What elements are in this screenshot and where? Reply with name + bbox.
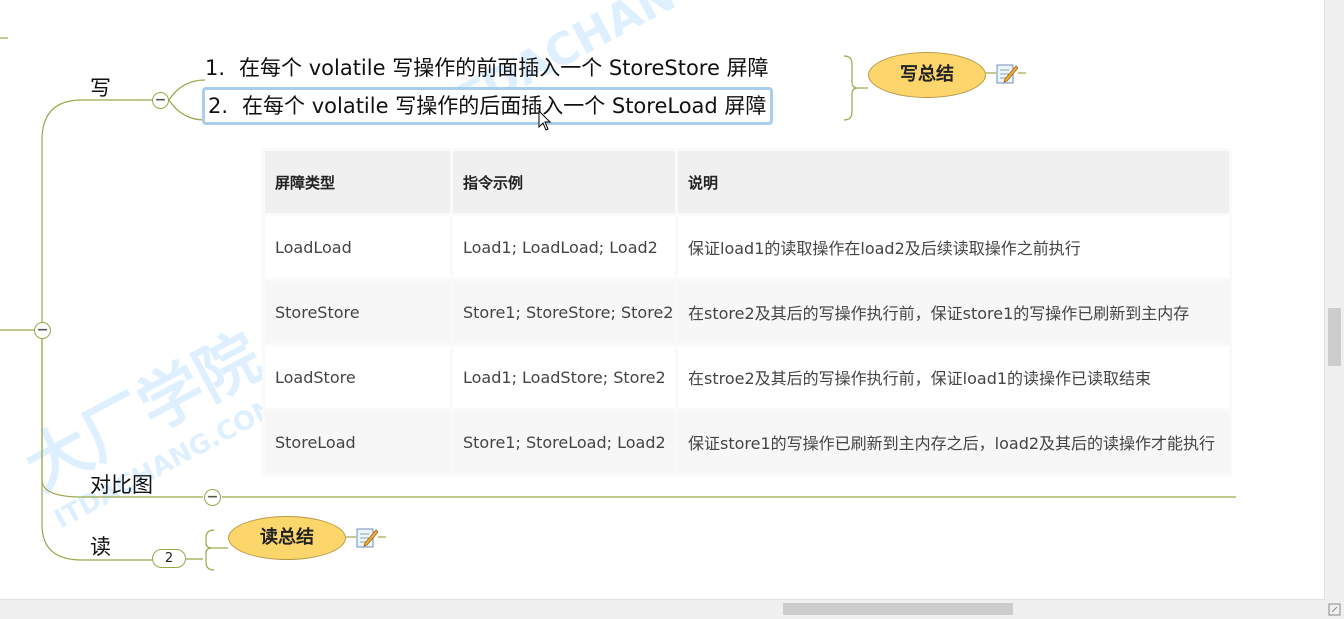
root-collapse-button[interactable]: − bbox=[34, 322, 51, 339]
table-header-row: 屏障类型 指令示例 说明 bbox=[265, 151, 1229, 213]
compare-collapse-button[interactable]: − bbox=[204, 489, 221, 506]
table-row: LoadLoad Load1; LoadLoad; Load2 保证load1的… bbox=[265, 216, 1229, 278]
write-topic-2[interactable]: 2. 在每个 volatile 写操作的后面插入一个 StoreLoad 屏障 bbox=[202, 87, 774, 125]
topic-text: 在每个 volatile 写操作的前面插入一个 StoreStore 屏障 bbox=[239, 56, 769, 80]
table-cell: LoadLoad bbox=[265, 216, 450, 278]
read-summary[interactable]: 读总结 bbox=[228, 516, 346, 560]
table-row: LoadStore Load1; LoadStore; Store2 在stro… bbox=[265, 346, 1229, 408]
table-header: 指令示例 bbox=[453, 151, 675, 213]
read-expand-count[interactable]: 2 bbox=[152, 549, 186, 568]
vertical-scroll-thumb[interactable] bbox=[1328, 308, 1341, 366]
resize-corner-icon[interactable] bbox=[1325, 600, 1344, 619]
table-cell: 保证store1的写操作已刷新到主内存之后，load2及其后的读操作才能执行 bbox=[678, 411, 1229, 473]
write-summary[interactable]: 写总结 bbox=[868, 52, 986, 98]
table-cell: StoreStore bbox=[265, 281, 450, 343]
write-topic-1[interactable]: 1. 在每个 volatile 写操作的前面插入一个 StoreStore 屏障 bbox=[205, 52, 769, 84]
branch-read-label[interactable]: 读 bbox=[90, 531, 111, 561]
table-cell: Load1; LoadLoad; Load2 bbox=[453, 216, 675, 278]
note-pencil-icon[interactable] bbox=[356, 526, 378, 548]
mindmap-canvas[interactable]: 大厂学院 ITDACHANG.COM ITDACHANG.COM − 写 − 1… bbox=[0, 0, 1344, 619]
table-cell: LoadStore bbox=[265, 346, 450, 408]
branch-write-label[interactable]: 写 bbox=[90, 72, 111, 102]
write-collapse-button[interactable]: − bbox=[152, 92, 169, 109]
resize-grip-icon bbox=[1328, 603, 1341, 616]
table-row: StoreStore Store1; StoreStore; Store2 在s… bbox=[265, 281, 1229, 343]
topic-text: 在每个 volatile 写操作的后面插入一个 StoreLoad 屏障 bbox=[242, 94, 767, 118]
vertical-scrollbar[interactable] bbox=[1324, 0, 1344, 600]
note-pencil-icon[interactable] bbox=[996, 62, 1018, 84]
topic-number: 2. bbox=[208, 94, 229, 118]
branch-compare-label[interactable]: 对比图 bbox=[90, 469, 153, 499]
topic-number: 1. bbox=[205, 56, 226, 80]
table-row: StoreLoad Store1; StoreLoad; Load2 保证sto… bbox=[265, 411, 1229, 473]
table-cell: Store1; StoreLoad; Load2 bbox=[453, 411, 675, 473]
table-cell: Store1; StoreStore; Store2 bbox=[453, 281, 675, 343]
mouse-cursor-icon bbox=[538, 110, 552, 131]
horizontal-scroll-thumb[interactable] bbox=[783, 603, 1013, 615]
table-header: 说明 bbox=[678, 151, 1229, 213]
barrier-comparison-table: 屏障类型 指令示例 说明 LoadLoad Load1; LoadLoad; L… bbox=[262, 148, 1232, 476]
table-cell: 在stroe2及其后的写操作执行前，保证load1的读操作已读取结束 bbox=[678, 346, 1229, 408]
table-cell: 保证load1的读取操作在load2及后续读取操作之前执行 bbox=[678, 216, 1229, 278]
horizontal-scrollbar[interactable] bbox=[0, 599, 1325, 619]
table-header: 屏障类型 bbox=[265, 151, 450, 213]
table-cell: Load1; LoadStore; Store2 bbox=[453, 346, 675, 408]
table-cell: StoreLoad bbox=[265, 411, 450, 473]
table-cell: 在store2及其后的写操作执行前，保证store1的写操作已刷新到主内存 bbox=[678, 281, 1229, 343]
